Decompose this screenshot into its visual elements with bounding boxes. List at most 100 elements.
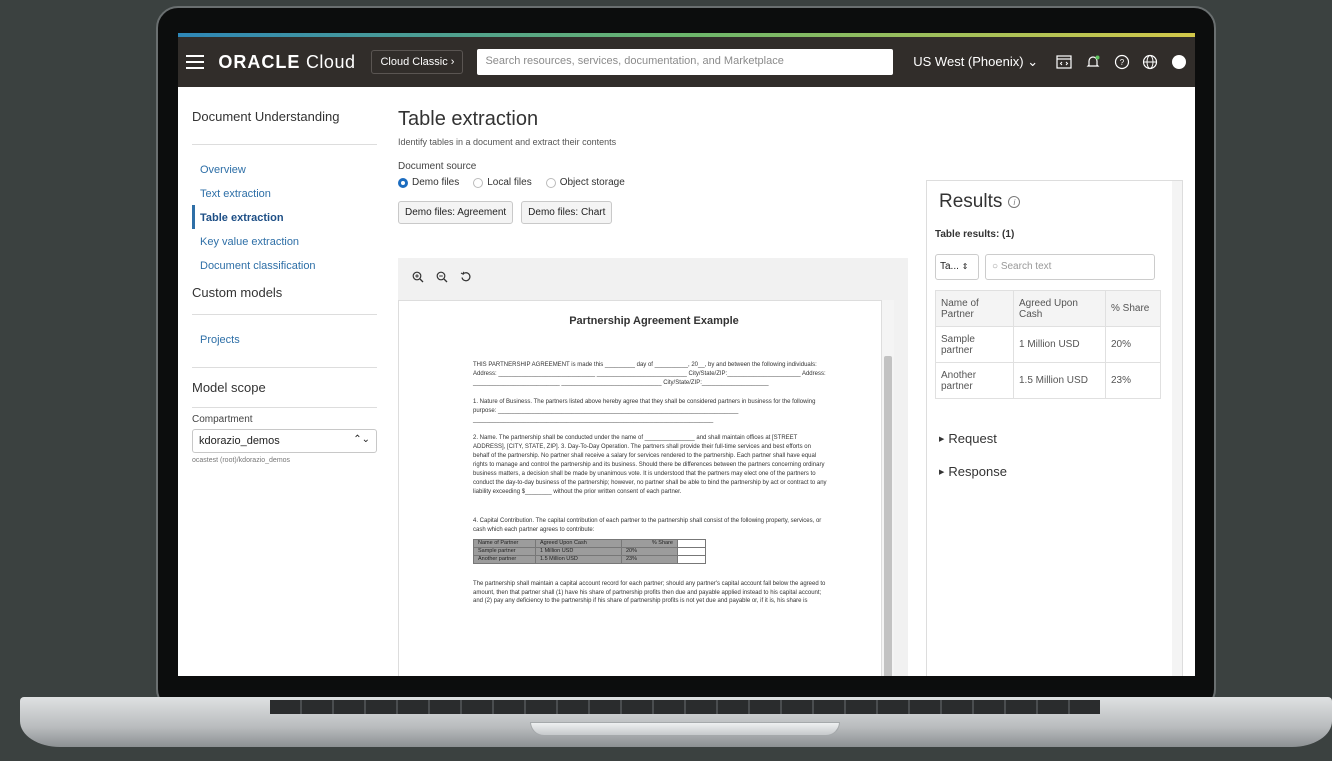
table-cell: Sample partner <box>935 326 1014 363</box>
results-controls: Ta... ⇕ ○ Search text <box>935 254 1174 280</box>
triangle-right-icon: ▶ <box>939 435 945 443</box>
main-content: Table extraction Identify tables in a do… <box>398 87 918 676</box>
laptop-frame: ORACLE Cloud Cloud Classic › Search reso… <box>0 0 1332 761</box>
sidebar-item-key-value-extraction[interactable]: Key value extraction <box>192 229 378 253</box>
table-cell: Agreed Upon Cash <box>535 538 622 548</box>
table-cell: 20% <box>1105 326 1161 363</box>
table-cell <box>677 538 706 548</box>
results-title: Results <box>939 191 1003 212</box>
response-label: Response <box>948 464 1007 479</box>
sidebar-divider <box>192 367 377 368</box>
table-row[interactable]: Another partner 1.5 Million USD 23% <box>935 362 1161 399</box>
page-subtitle: Identify tables in a document and extrac… <box>398 137 617 147</box>
document-paragraph: The partnership shall maintain a capital… <box>473 580 826 605</box>
document-page-area[interactable]: Partnership Agreement Example THIS PARTN… <box>398 300 882 676</box>
table-cell <box>677 554 706 564</box>
notification-bell-icon[interactable] <box>1085 53 1102 71</box>
demo-chart-button[interactable]: Demo files: Chart <box>521 201 613 224</box>
table-row: Sample partner 1 Million USD 20% <box>473 546 706 556</box>
document-title: Partnership Agreement Example <box>569 315 739 327</box>
document-source-radios: Demo files Local files Object storage <box>398 177 918 188</box>
compartment-select[interactable]: kdorazio_demos ⌃⌄ <box>192 429 377 453</box>
svg-text:?: ? <box>1119 58 1124 67</box>
radio-label: Demo files <box>412 177 460 188</box>
table-cell: Another partner <box>473 554 536 564</box>
sidebar-item-overview[interactable]: Overview <box>192 157 378 181</box>
region-selector[interactable]: US West (Phoenix) ⌄ <box>913 54 1038 70</box>
oracle-cloud-logo[interactable]: ORACLE Cloud <box>218 52 355 73</box>
cloud-classic-label: Cloud Classic <box>380 56 448 68</box>
results-search-input[interactable]: ○ Search text <box>985 254 1155 280</box>
table-cell: % Share <box>621 538 678 548</box>
request-expander[interactable]: ▶ Request <box>939 431 1174 446</box>
column-header: Agreed Upon Cash <box>1013 290 1106 327</box>
cloud-classic-button[interactable]: Cloud Classic › <box>371 50 464 74</box>
response-expander[interactable]: ▶ Response <box>939 464 1174 479</box>
browser-screen: ORACLE Cloud Cloud Classic › Search reso… <box>178 33 1195 676</box>
table-select-value: Ta... <box>940 261 959 272</box>
results-panel: Results i Table results: (1) Ta... ⇕ ○ S… <box>926 180 1183 676</box>
profile-avatar-icon[interactable] <box>1170 53 1187 71</box>
sidebar-divider <box>192 314 377 315</box>
sidebar-item-table-extraction[interactable]: Table extraction <box>192 205 378 229</box>
compartment-path: ocastest (root)/kdorazio_demos <box>192 457 291 464</box>
sidebar-title: Document Understanding <box>192 109 340 124</box>
menu-icon[interactable] <box>186 55 205 69</box>
scrollbar-thumb[interactable] <box>884 356 892 676</box>
chevron-down-icon: ⌄ <box>1027 54 1039 69</box>
logo-sub: Cloud <box>305 51 356 72</box>
demo-agreement-button[interactable]: Demo files: Agreement <box>398 201 514 224</box>
page-title: Table extraction <box>398 108 539 130</box>
table-select[interactable]: Ta... ⇕ <box>935 254 979 280</box>
table-cell: Sample partner <box>473 546 536 556</box>
sidebar-item-text-extraction[interactable]: Text extraction <box>192 181 378 205</box>
document-paragraph: 4. Capital Contribution. The capital con… <box>473 517 822 533</box>
radio-empty-icon <box>473 177 484 188</box>
radio-object-storage[interactable]: Object storage <box>545 177 625 188</box>
custom-models-heading: Custom models <box>192 285 283 300</box>
table-header-row: Name of Partner Agreed Upon Cash % Share <box>935 290 1161 327</box>
document-paragraph: 2. Name. The partnership shall be conduc… <box>473 435 827 495</box>
column-header: % Share <box>1105 290 1161 327</box>
results-heading: Results i <box>939 191 1174 213</box>
triangle-right-icon: ▶ <box>939 468 945 476</box>
zoom-in-icon[interactable] <box>412 271 424 286</box>
document-source-label: Document source <box>398 161 477 172</box>
language-globe-icon[interactable] <box>1142 53 1159 71</box>
radio-demo-files[interactable]: Demo files <box>398 177 459 188</box>
demo-file-buttons: Demo files: Agreement Demo files: Chart <box>398 201 918 224</box>
table-results-count: Table results: (1) <box>935 229 1015 240</box>
column-header: Name of Partner <box>935 290 1014 327</box>
sidebar-item-document-classification[interactable]: Document classification <box>192 253 378 277</box>
laptop-keyboard <box>270 700 1100 714</box>
table-row[interactable]: Sample partner 1 Million USD 20% <box>935 326 1161 363</box>
info-icon[interactable]: i <box>1008 196 1021 208</box>
table-cell: 23% <box>1105 362 1161 399</box>
sidebar-item-projects[interactable]: Projects <box>192 327 378 351</box>
sidebar: Document Understanding Overview Text ext… <box>178 87 378 676</box>
radio-selected-icon <box>398 177 408 188</box>
rotate-reset-icon[interactable] <box>460 271 472 286</box>
table-cell <box>677 546 706 556</box>
chevron-right-icon: › <box>450 56 455 68</box>
up-down-chevron-icon: ⇕ <box>961 262 969 271</box>
table-row: Another partner 1.5 Million USD 23% <box>473 554 706 564</box>
document-table: Name of Partner Agreed Upon Cash % Share… <box>473 538 706 564</box>
help-icon[interactable]: ? <box>1113 53 1130 71</box>
results-scrollbar[interactable] <box>1172 181 1182 676</box>
compartment-label: Compartment <box>192 414 253 425</box>
zoom-out-icon[interactable] <box>436 271 448 286</box>
global-search-input[interactable]: Search resources, services, documentatio… <box>477 49 894 75</box>
model-scope-heading: Model scope <box>192 380 266 395</box>
document-paragraph: THIS PARTNERSHIP AGREEMENT is made this … <box>473 362 826 386</box>
page-body: Document Understanding Overview Text ext… <box>178 87 1195 676</box>
radio-local-files[interactable]: Local files <box>473 177 532 188</box>
laptop-notch <box>530 722 840 736</box>
up-down-chevron-icon: ⌃⌄ <box>353 434 370 445</box>
code-editor-icon[interactable] <box>1056 53 1073 71</box>
table-cell: 1.5 Million USD <box>1013 362 1106 399</box>
table-cell: 23% <box>621 554 678 564</box>
document-scrollbar[interactable] <box>882 300 894 676</box>
region-label: US West (Phoenix) <box>913 54 1024 69</box>
request-label: Request <box>948 431 997 446</box>
